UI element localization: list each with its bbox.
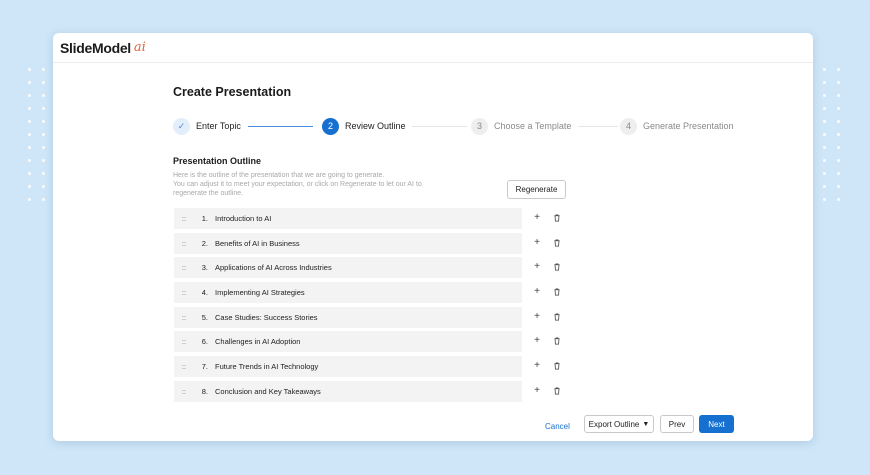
- description-line: You can adjust it to meet your expectati…: [173, 181, 422, 188]
- drag-handle-icon[interactable]: ::: [174, 239, 194, 248]
- step-connector-2: [412, 126, 467, 127]
- outline-description: Here is the outline of the presentation …: [173, 171, 473, 198]
- plus-icon[interactable]: +: [532, 385, 542, 396]
- prev-button[interactable]: Prev: [660, 415, 694, 433]
- item-title[interactable]: Conclusion and Key Takeaways: [215, 387, 321, 396]
- caret-down-icon: ▼: [642, 420, 650, 428]
- step-generate-presentation[interactable]: 4 Generate Presentation: [620, 117, 734, 135]
- plus-icon[interactable]: +: [532, 335, 542, 346]
- decorative-dots-right: [815, 68, 855, 208]
- step-number: 4: [620, 117, 637, 135]
- step-review-outline[interactable]: 2 Review Outline: [322, 117, 406, 135]
- drag-handle-icon[interactable]: ::: [174, 214, 194, 223]
- item-title[interactable]: Introduction to AI: [215, 214, 271, 223]
- item-title[interactable]: Challenges in AI Adoption: [215, 337, 300, 346]
- drag-handle-icon[interactable]: ::: [174, 387, 194, 396]
- trash-icon[interactable]: [553, 288, 561, 296]
- trash-icon[interactable]: [553, 387, 561, 395]
- plus-icon[interactable]: +: [532, 237, 542, 248]
- plus-icon[interactable]: +: [532, 286, 542, 297]
- trash-icon[interactable]: [553, 263, 561, 271]
- item-number: 3.: [201, 263, 208, 272]
- stepper: ✓ Enter Topic 2 Review Outline 3 Choose …: [173, 117, 743, 137]
- export-outline-button[interactable]: Export Outline ▼: [584, 415, 654, 433]
- plus-icon[interactable]: +: [532, 311, 542, 322]
- step-label: Enter Topic: [196, 121, 241, 131]
- next-button[interactable]: Next: [699, 415, 734, 433]
- item-title[interactable]: Case Studies: Success Stories: [215, 313, 318, 322]
- outline-item[interactable]: :: 1. Introduction to AI: [174, 208, 522, 229]
- export-outline-label: Export Outline: [588, 419, 640, 429]
- plus-icon[interactable]: +: [532, 212, 542, 223]
- item-number: 1.: [201, 214, 208, 223]
- outline-item[interactable]: :: 5. Case Studies: Success Stories: [174, 307, 522, 328]
- outline-item[interactable]: :: 3. Applications of AI Across Industri…: [174, 257, 522, 278]
- app-window: SlideModel ai Create Presentation ✓ Ente…: [53, 33, 813, 441]
- description-line: Here is the outline of the presentation …: [173, 172, 385, 179]
- item-title[interactable]: Future Trends in AI Technology: [215, 362, 318, 371]
- step-enter-topic[interactable]: ✓ Enter Topic: [173, 117, 241, 135]
- step-choose-template[interactable]: 3 Choose a Template: [471, 117, 571, 135]
- outline-title: Presentation Outline: [173, 156, 262, 166]
- step-connector-3: [578, 126, 618, 127]
- item-title[interactable]: Benefits of AI in Business: [215, 239, 300, 248]
- item-number: 8.: [201, 387, 208, 396]
- top-bar: SlideModel ai: [53, 33, 813, 63]
- item-title[interactable]: Implementing AI Strategies: [215, 288, 305, 297]
- logo-ai-mark: ai: [133, 40, 146, 55]
- outline-item[interactable]: :: 8. Conclusion and Key Takeaways: [174, 381, 522, 402]
- trash-icon[interactable]: [553, 362, 561, 370]
- step-number: 3: [471, 117, 488, 135]
- outline-item[interactable]: :: 4. Implementing AI Strategies: [174, 282, 522, 303]
- cancel-button[interactable]: Cancel: [545, 417, 570, 435]
- trash-icon[interactable]: [553, 313, 561, 321]
- step-number: 2: [322, 117, 339, 135]
- plus-icon[interactable]: +: [532, 360, 542, 371]
- description-line: regenerate the outline.: [173, 190, 244, 197]
- item-number: 7.: [201, 362, 208, 371]
- regenerate-button[interactable]: Regenerate: [507, 180, 566, 199]
- item-number: 2.: [201, 239, 208, 248]
- page-title: Create Presentation: [173, 85, 292, 99]
- outline-item[interactable]: :: 2. Benefits of AI in Business: [174, 233, 522, 254]
- drag-handle-icon[interactable]: ::: [174, 313, 194, 322]
- trash-icon[interactable]: [553, 214, 561, 222]
- step-connector-1: [248, 126, 313, 127]
- trash-icon[interactable]: [553, 337, 561, 345]
- item-number: 5.: [201, 313, 208, 322]
- item-title[interactable]: Applications of AI Across Industries: [215, 263, 332, 272]
- step-label: Generate Presentation: [643, 121, 734, 131]
- item-number: 6.: [201, 337, 208, 346]
- step-label: Review Outline: [345, 121, 406, 131]
- trash-icon[interactable]: [553, 239, 561, 247]
- plus-icon[interactable]: +: [532, 261, 542, 272]
- check-icon: ✓: [173, 117, 190, 135]
- drag-handle-icon[interactable]: ::: [174, 288, 194, 297]
- drag-handle-icon[interactable]: ::: [174, 337, 194, 346]
- outline-item[interactable]: :: 7. Future Trends in AI Technology: [174, 356, 522, 377]
- outline-list: :: 1. Introduction to AI :: 2. Benefits …: [174, 208, 574, 408]
- step-label: Choose a Template: [494, 121, 572, 131]
- drag-handle-icon[interactable]: ::: [174, 362, 194, 371]
- outline-item[interactable]: :: 6. Challenges in AI Adoption: [174, 331, 522, 352]
- drag-handle-icon[interactable]: ::: [174, 263, 194, 272]
- logo[interactable]: SlideModel: [60, 40, 131, 56]
- item-number: 4.: [201, 288, 208, 297]
